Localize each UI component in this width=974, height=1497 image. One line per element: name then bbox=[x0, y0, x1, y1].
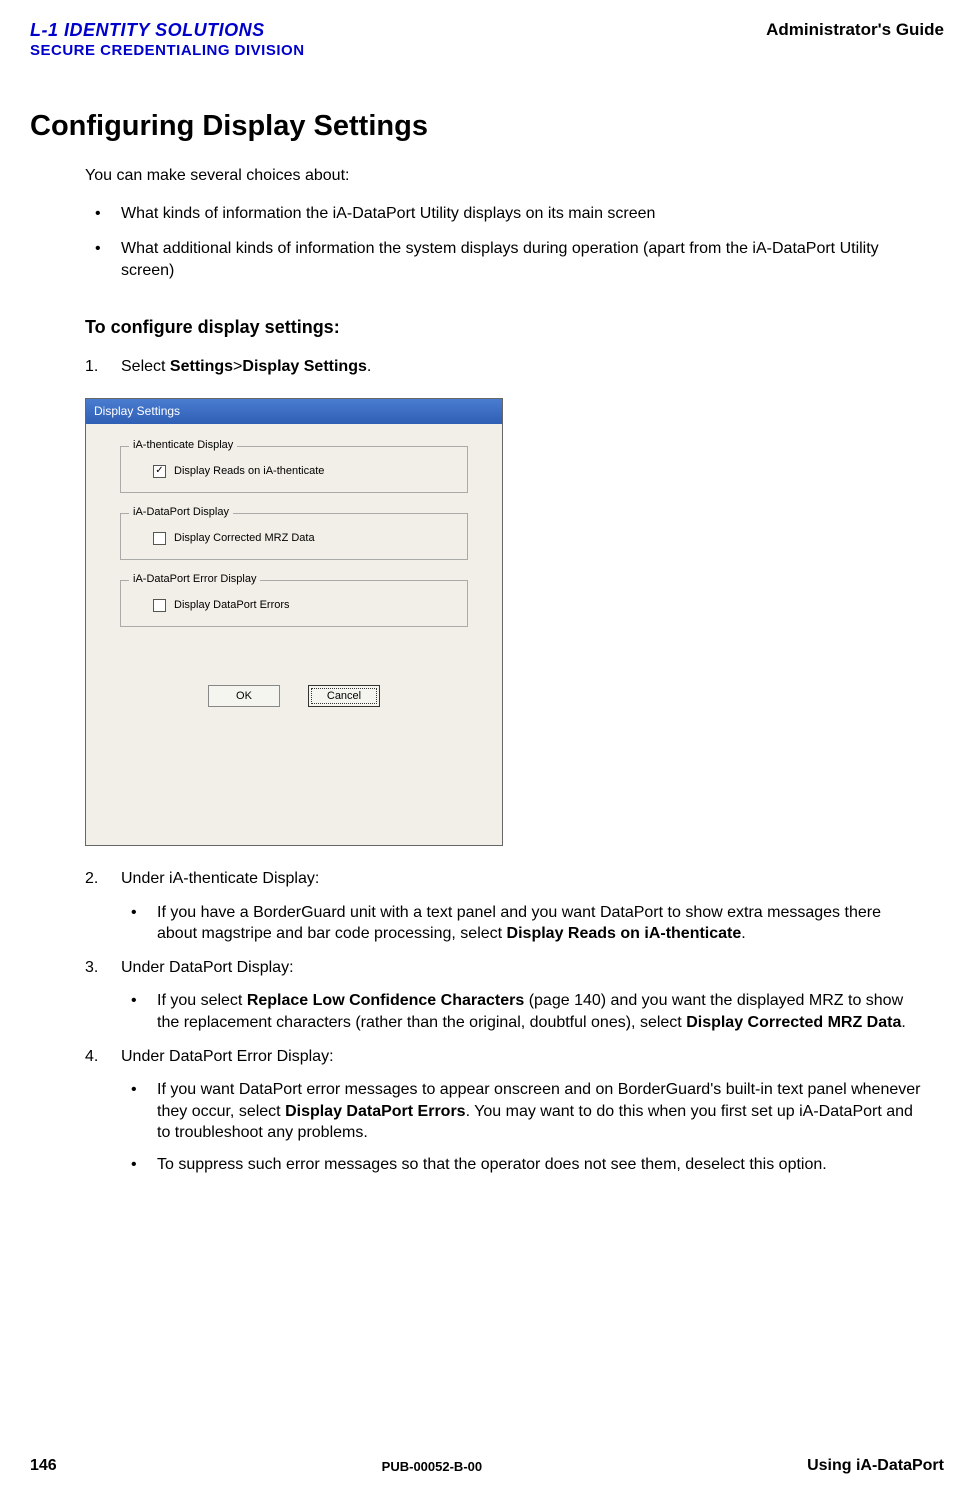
dialog-body: iA-thenticate Display ✓ Display Reads on… bbox=[86, 424, 502, 717]
logo-line2: SECURE CREDENTIALING DIVISION bbox=[30, 42, 305, 60]
checkbox-label: Display DataPort Errors bbox=[174, 599, 290, 611]
group-ia-thenticate: iA-thenticate Display ✓ Display Reads on… bbox=[120, 446, 468, 493]
intro-bullet: What additional kinds of information the… bbox=[85, 238, 924, 281]
step-number: 3. bbox=[85, 957, 98, 979]
content-body: You can make several choices about: What… bbox=[85, 167, 924, 1176]
step-list-cont: 2. Under iA-thenticate Display: If you h… bbox=[85, 868, 924, 1176]
group-legend: iA-DataPort Display bbox=[129, 506, 233, 518]
group-legend: iA-thenticate Display bbox=[129, 439, 237, 451]
step-text: Under DataPort Display: bbox=[121, 959, 294, 976]
checkbox-row: Display DataPort Errors bbox=[153, 599, 451, 612]
group-legend: iA-DataPort Error Display bbox=[129, 573, 260, 585]
checkbox-label: Display Corrected MRZ Data bbox=[174, 532, 315, 544]
step-number: 1. bbox=[85, 356, 98, 378]
checkbox-label: Display Reads on iA-thenticate bbox=[174, 465, 324, 477]
pub-number: PUB-00052-B-00 bbox=[382, 1459, 482, 1474]
cancel-button[interactable]: Cancel bbox=[308, 685, 380, 707]
footer-section: Using iA-DataPort bbox=[807, 1457, 944, 1475]
checkbox-row: Display Corrected MRZ Data bbox=[153, 532, 451, 545]
procedure-heading: To configure display settings: bbox=[85, 317, 924, 338]
logo: L-1 IDENTITY SOLUTIONS SECURE CREDENTIAL… bbox=[30, 20, 305, 60]
checkbox-dataport-errors[interactable] bbox=[153, 599, 166, 612]
checkbox-corrected-mrz[interactable] bbox=[153, 532, 166, 545]
step-4: 4. Under DataPort Error Display: If you … bbox=[85, 1046, 924, 1176]
ok-button[interactable]: OK bbox=[208, 685, 280, 707]
page-number: 146 bbox=[30, 1457, 57, 1475]
step-1: 1. Select Settings>Display Settings. bbox=[85, 356, 924, 378]
page-header: L-1 IDENTITY SOLUTIONS SECURE CREDENTIAL… bbox=[30, 20, 944, 60]
step-text: Select Settings>Display Settings. bbox=[121, 358, 371, 375]
sub-bullet: If you select Replace Low Confidence Cha… bbox=[121, 990, 924, 1033]
logo-line1: L-1 IDENTITY SOLUTIONS bbox=[30, 20, 305, 42]
sub-bullets: If you select Replace Low Confidence Cha… bbox=[121, 990, 924, 1033]
group-ia-dataport: iA-DataPort Display Display Corrected MR… bbox=[120, 513, 468, 560]
sub-bullets: If you want DataPort error messages to a… bbox=[121, 1079, 924, 1175]
step-2: 2. Under iA-thenticate Display: If you h… bbox=[85, 868, 924, 945]
checkbox-display-reads[interactable]: ✓ bbox=[153, 465, 166, 478]
step-text: Under DataPort Error Display: bbox=[121, 1048, 334, 1065]
checkbox-row: ✓ Display Reads on iA-thenticate bbox=[153, 465, 451, 478]
intro-bullets: What kinds of information the iA-DataPor… bbox=[85, 203, 924, 282]
header-guide-label: Administrator's Guide bbox=[766, 20, 944, 40]
dialog-button-row: OK Cancel bbox=[120, 685, 468, 707]
sub-bullet: If you want DataPort error messages to a… bbox=[121, 1079, 924, 1144]
intro-bullet: What kinds of information the iA-DataPor… bbox=[85, 203, 924, 225]
step-number: 2. bbox=[85, 868, 98, 890]
sub-bullet: To suppress such error messages so that … bbox=[121, 1154, 924, 1176]
group-error-display: iA-DataPort Error Display Display DataPo… bbox=[120, 580, 468, 627]
display-settings-dialog: Display Settings iA-thenticate Display ✓… bbox=[85, 398, 503, 846]
sub-bullets: If you have a BorderGuard unit with a te… bbox=[121, 902, 924, 945]
step-3: 3. Under DataPort Display: If you select… bbox=[85, 957, 924, 1034]
page-footer: 146 PUB-00052-B-00 Using iA-DataPort bbox=[0, 1457, 974, 1475]
step-number: 4. bbox=[85, 1046, 98, 1068]
step-list: 1. Select Settings>Display Settings. bbox=[85, 356, 924, 378]
dialog-titlebar: Display Settings bbox=[86, 399, 502, 424]
page-title: Configuring Display Settings bbox=[30, 110, 944, 143]
intro-text: You can make several choices about: bbox=[85, 167, 924, 185]
sub-bullet: If you have a BorderGuard unit with a te… bbox=[121, 902, 924, 945]
step-text: Under iA-thenticate Display: bbox=[121, 870, 319, 887]
